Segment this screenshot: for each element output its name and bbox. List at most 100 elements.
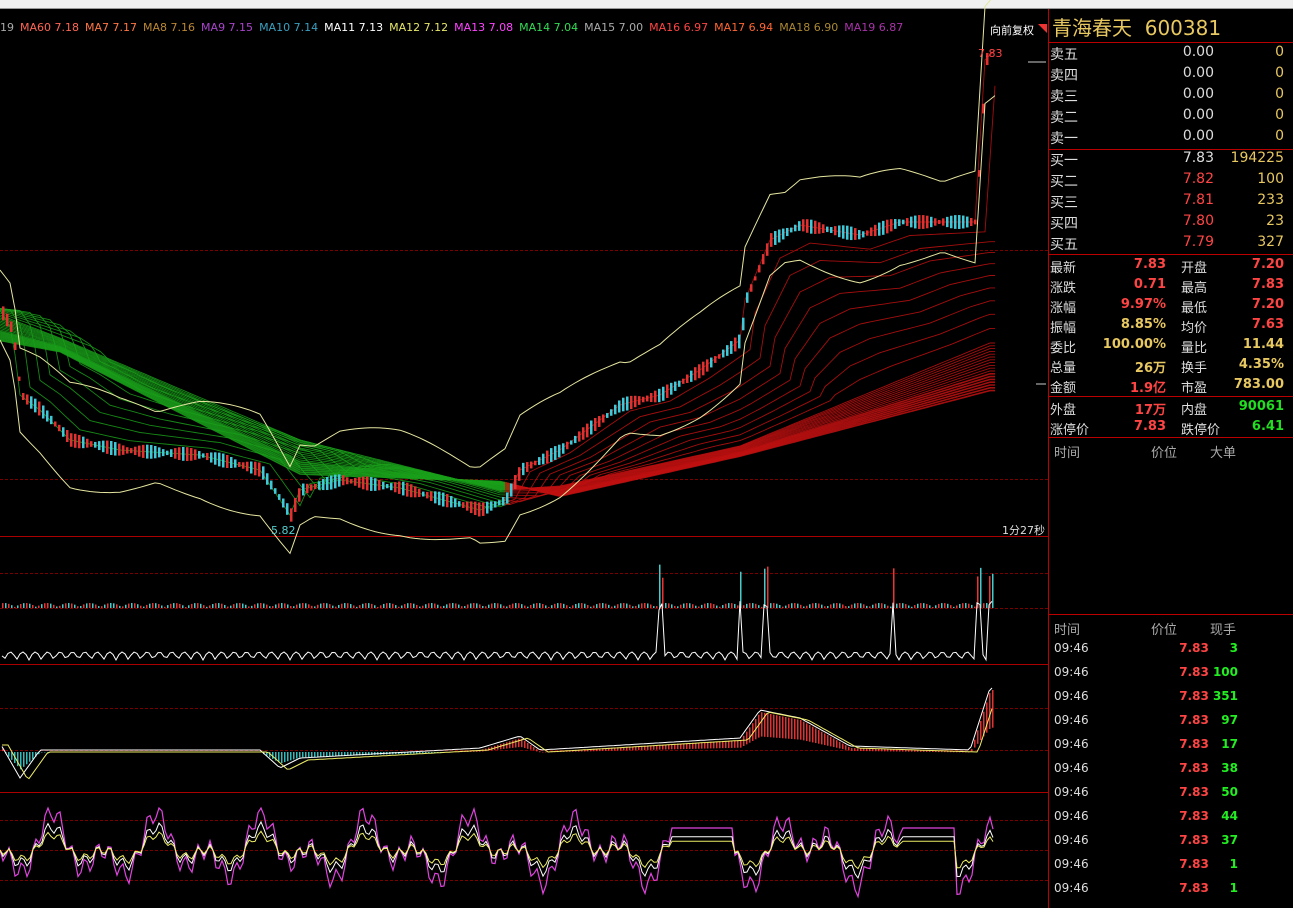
candle — [306, 484, 309, 493]
macd-bar — [884, 749, 886, 751]
volume-bar — [722, 605, 724, 608]
volume-bar — [242, 604, 244, 608]
candle — [446, 494, 449, 507]
candle — [794, 225, 797, 232]
tick-row[interactable]: 09:46 7.83 50 — [1054, 785, 1284, 809]
macd-bar — [311, 752, 313, 757]
divider — [1049, 396, 1293, 397]
candle — [722, 350, 725, 358]
stat-value: 7.20 — [1252, 257, 1284, 272]
candle — [74, 434, 77, 448]
volume-bar — [611, 607, 613, 608]
volume-bar — [893, 568, 895, 608]
candle — [210, 452, 213, 462]
candle — [878, 223, 881, 236]
candle — [110, 441, 113, 455]
candle — [90, 441, 93, 447]
macd-bar — [317, 752, 319, 757]
macd-bar — [797, 719, 799, 739]
buy-level[interactable]: 买五 7.79 327 — [1050, 234, 1290, 255]
volume-bar — [257, 603, 259, 608]
volume-bar — [437, 605, 439, 608]
tick-row[interactable]: 09:46 7.83 97 — [1054, 713, 1284, 737]
volume-bar — [548, 607, 550, 608]
sell-level[interactable]: 卖一 0.00 0 — [1050, 128, 1290, 149]
candle — [538, 457, 541, 465]
tick-row[interactable]: 09:46 7.83 351 — [1054, 689, 1284, 713]
volume-bar — [674, 606, 676, 608]
macd-bar — [851, 748, 853, 751]
macd-bar — [518, 739, 520, 748]
volume-bar — [248, 606, 250, 608]
tick-row[interactable]: 09:46 7.83 3 — [1054, 641, 1284, 665]
candle — [514, 475, 517, 489]
tick-volume: 37 — [1221, 833, 1238, 847]
sell-level[interactable]: 卖四 0.00 0 — [1050, 65, 1290, 86]
volume-bar — [656, 606, 658, 608]
volume-bar — [662, 578, 664, 608]
tick-time: 09:46 — [1054, 881, 1089, 895]
buy-level[interactable]: 买二 7.82 100 — [1050, 171, 1290, 192]
macd-bar — [323, 752, 325, 757]
candle — [562, 443, 565, 453]
macd-bar — [782, 716, 784, 738]
volume-bar — [32, 605, 34, 608]
tick-row[interactable]: 09:46 7.83 100 — [1054, 665, 1284, 689]
volume-bar — [221, 604, 223, 608]
volume-bar — [203, 605, 205, 608]
volume-bar — [638, 604, 640, 608]
candle — [970, 218, 973, 226]
candle — [678, 381, 681, 387]
volume-bar — [386, 603, 388, 608]
buy-level[interactable]: 买一 7.83 194225 — [1050, 150, 1290, 171]
tick-row[interactable]: 09:46 7.83 1 — [1054, 857, 1284, 881]
stat-key: 市盈 — [1181, 377, 1207, 396]
sell-level[interactable]: 卖五 0.00 0 — [1050, 44, 1290, 65]
ma-line — [505, 276, 995, 499]
candle — [242, 462, 245, 468]
level-name: 卖三 — [1050, 86, 1078, 106]
macd-bar — [830, 737, 832, 747]
volume-bar — [950, 605, 952, 608]
level-price: 7.79 — [1134, 234, 1214, 250]
volume-bar — [368, 603, 370, 608]
macd-bar — [536, 749, 538, 751]
level-price: 0.00 — [1134, 107, 1214, 123]
sell-level[interactable]: 卖三 0.00 0 — [1050, 86, 1290, 107]
buy-level[interactable]: 买四 7.80 23 — [1050, 213, 1290, 234]
macd-bar — [977, 730, 979, 744]
tick-row[interactable]: 09:46 7.83 44 — [1054, 809, 1284, 833]
candle — [642, 397, 645, 403]
volume-bar — [566, 605, 568, 608]
volume-bar — [83, 604, 85, 608]
buy-level[interactable]: 买三 7.81 233 — [1050, 192, 1290, 213]
macd-bar — [887, 749, 889, 751]
tick-row[interactable]: 09:46 7.83 37 — [1054, 833, 1284, 857]
candle — [134, 447, 137, 455]
macd-bar — [860, 748, 862, 751]
volume-bar — [8, 604, 10, 608]
tick-row[interactable]: 09:46 7.83 38 — [1054, 761, 1284, 785]
candle — [190, 448, 193, 461]
candle — [590, 421, 593, 435]
volume-bar — [446, 604, 448, 608]
macd-bar — [533, 747, 535, 750]
volume-bar — [680, 605, 682, 608]
volume-bar — [194, 603, 196, 608]
candle — [530, 462, 533, 469]
tick-row[interactable]: 09:46 7.83 17 — [1054, 737, 1284, 761]
tick-row[interactable]: 09:46 7.83 1 — [1054, 881, 1284, 905]
stat-item: 涨跌 0.71 — [1050, 277, 1166, 296]
high-price-label: 7.83 — [978, 47, 1003, 60]
volume-bar — [356, 607, 358, 608]
sell-level[interactable]: 卖二 0.00 0 — [1050, 107, 1290, 128]
stat-key: 金额 — [1050, 377, 1076, 396]
macd-bar — [284, 752, 286, 762]
candle — [918, 215, 921, 229]
volume-bar — [848, 606, 850, 608]
macd-bar — [329, 752, 331, 756]
volume-bar — [968, 604, 970, 608]
candle — [730, 341, 733, 354]
macd-bar — [8, 752, 10, 757]
candle — [874, 225, 877, 236]
